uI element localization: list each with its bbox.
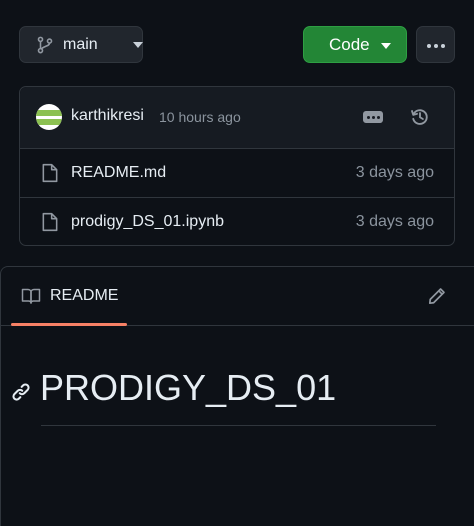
ellipsis-dot: [377, 116, 380, 119]
history-icon[interactable]: [410, 107, 430, 127]
file-icon: [42, 163, 58, 183]
avatar[interactable]: [36, 104, 62, 130]
readme-panel: README PRODIGY_DS_01: [0, 266, 474, 526]
repo-toolbar: main Code: [0, 0, 474, 80]
readme-tabbar: README: [1, 267, 474, 326]
ellipsis-dot: [367, 116, 370, 119]
kebab-dot: [441, 44, 445, 48]
branch-selector-button[interactable]: main: [19, 26, 143, 63]
file-row-notebook[interactable]: prodigy_DS_01.ipynb 3 days ago: [20, 198, 454, 246]
ellipsis-icon[interactable]: [363, 111, 383, 123]
kebab-horizontal-icon: [427, 44, 431, 48]
branch-name: main: [63, 36, 98, 53]
avatar-band: [36, 119, 62, 125]
avatar-band: [36, 110, 62, 116]
chevron-down-icon: [133, 42, 143, 48]
ellipsis-dot: [372, 116, 375, 119]
git-branch-icon: [37, 36, 53, 54]
code-button[interactable]: Code: [303, 26, 407, 63]
file-date: 3 days ago: [355, 213, 434, 230]
file-name-link[interactable]: prodigy_DS_01.ipynb: [71, 213, 224, 231]
file-list: karthikresi 10 hours ago README.md 3 day…: [19, 86, 455, 246]
pencil-icon[interactable]: [428, 287, 446, 305]
file-icon: [42, 212, 58, 232]
file-row-readme[interactable]: README.md 3 days ago: [20, 149, 454, 198]
latest-commit-row: karthikresi 10 hours ago: [20, 87, 454, 149]
commit-author-link[interactable]: karthikresi: [71, 107, 144, 125]
chevron-down-icon: [381, 43, 391, 49]
book-icon: [21, 288, 41, 304]
page-title: PRODIGY_DS_01: [40, 367, 337, 408]
file-name-link[interactable]: README.md: [71, 164, 166, 182]
active-tab-indicator: [11, 323, 127, 326]
tab-readme-label: README: [50, 287, 119, 304]
commit-time: 10 hours ago: [159, 109, 241, 125]
code-button-label: Code: [329, 35, 370, 54]
more-options-button[interactable]: [416, 26, 455, 63]
heading-divider: [41, 425, 436, 426]
file-date: 3 days ago: [355, 164, 434, 181]
link-icon[interactable]: [11, 382, 31, 402]
tab-readme[interactable]: README: [11, 267, 127, 326]
kebab-dot: [434, 44, 438, 48]
